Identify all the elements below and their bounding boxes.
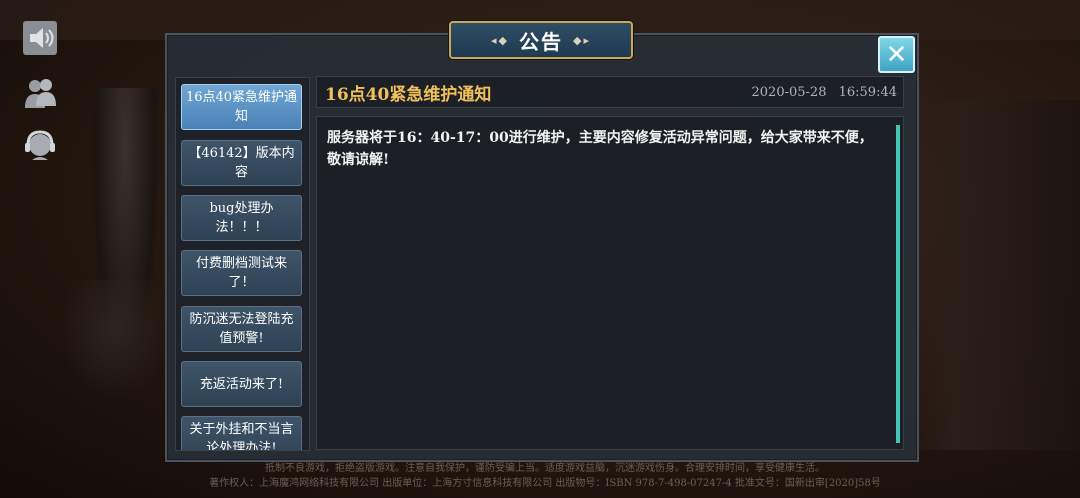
announcement-content[interactable]: 服务器将于16：40-17：00进行维护，主要内容修复活动异常问题，给大家带来不… xyxy=(316,116,904,450)
announcement-time: 16:59:44 xyxy=(838,84,897,100)
announcement-item[interactable]: 防沉迷无法登陆充值预警! xyxy=(181,306,302,352)
speaker-icon[interactable] xyxy=(20,18,60,58)
title-ornament-right-icon: ◆▸ xyxy=(573,33,591,47)
announcement-item[interactable]: bug处理办法！！！ xyxy=(181,195,302,241)
title-ornament-left-icon: ◂◆ xyxy=(491,33,509,47)
bg-tower xyxy=(900,100,1080,450)
announcement-item[interactable]: 关于外挂和不当言论处理办法! xyxy=(181,416,302,450)
announcement-date: 2020-05-28 xyxy=(751,84,827,100)
announcement-item[interactable]: 16点40紧急维护通知 xyxy=(181,84,302,130)
announcement-header: 16点40紧急维护通知 2020-05-28 16:59:44 xyxy=(316,76,904,108)
announcement-item[interactable]: 【46142】版本内容 xyxy=(181,140,302,186)
dialog-title: 公告 xyxy=(519,29,563,54)
footer-health-notice: 抵制不良游戏，拒绝盗版游戏。注意自我保护，谨防受骗上当。适度游戏益脑，沉迷游戏伤… xyxy=(265,463,825,474)
support-icon[interactable] xyxy=(20,126,60,166)
announcement-body: 服务器将于16：40-17：00进行维护，主要内容修复活动异常问题，给大家带来不… xyxy=(327,130,873,168)
dialog-title-tab: ◂◆ 公告 ◆▸ xyxy=(449,21,633,59)
footer-publisher-info: 著作权人：上海魔鸿网络科技有限公司 出版单位：上海方寸信息科技有限公司 出版物号… xyxy=(209,478,881,489)
announcement-item[interactable]: 充返活动来了! xyxy=(181,361,302,407)
announcement-timestamp: 2020-05-28 16:59:44 xyxy=(752,85,897,100)
announcement-title: 16点40紧急维护通知 xyxy=(325,84,492,105)
friends-icon[interactable] xyxy=(20,73,60,113)
close-icon: ✕ xyxy=(885,39,908,70)
close-button[interactable]: ✕ xyxy=(878,36,915,73)
announcement-list[interactable]: 16点40紧急维护通知 【46142】版本内容 bug处理办法！！！ 付费删档测… xyxy=(175,77,310,451)
bg-creature xyxy=(60,280,170,400)
content-scrollbar[interactable] xyxy=(896,125,900,443)
announcement-item[interactable]: 付费删档测试来了！ xyxy=(181,250,302,296)
